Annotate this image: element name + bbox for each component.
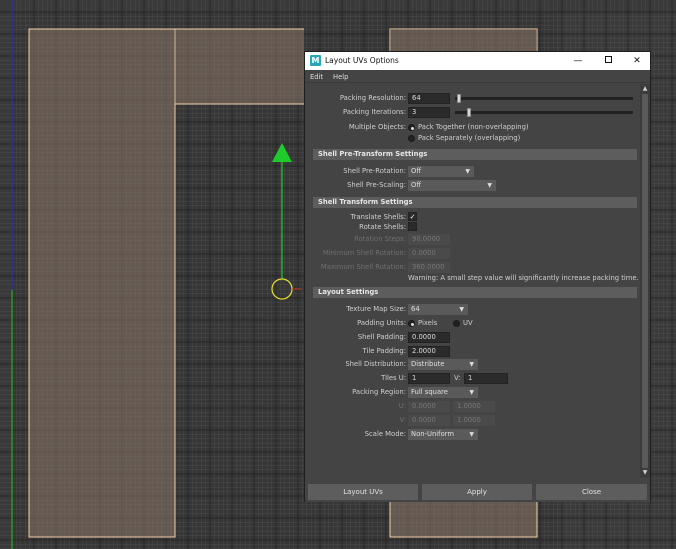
chevron-down-icon: ▼ [469, 431, 474, 438]
pack-separately-label: Pack Separately (overlapping) [418, 134, 521, 142]
min-shell-rotation-label: Minimum Shell Rotation: [322, 249, 406, 257]
uv-shell-right-part[interactable] [390, 502, 537, 537]
rotation-steps-label: Rotation Steps: [354, 235, 406, 243]
padding-units-label: Padding Units: [357, 319, 406, 327]
scroll-up-icon[interactable]: ▲ [640, 84, 650, 94]
chevron-down-icon: ▼ [465, 168, 470, 175]
shell-distribution-dropdown[interactable]: Distribute ▼ [408, 359, 478, 370]
dialog-title: Layout UVs Options [325, 56, 399, 65]
region-u-max-field: 1.0000 [453, 401, 495, 412]
uv-shell-right-top-part[interactable] [390, 29, 537, 51]
scale-mode-dropdown[interactable]: Non-Uniform ▼ [408, 429, 478, 440]
scale-mode-label: Scale Mode: [364, 430, 406, 438]
packing-iterations-slider[interactable] [455, 111, 633, 114]
texture-map-size-label: Texture Map Size: [346, 305, 406, 313]
packing-resolution-slider-handle[interactable] [456, 94, 461, 103]
minimize-button[interactable]: — [563, 52, 593, 70]
packing-region-dropdown[interactable]: Full square ▼ [408, 387, 478, 398]
section-shell-transform[interactable]: Shell Transform Settings [313, 197, 637, 208]
tiles-v-field[interactable]: 1 [464, 373, 508, 384]
min-shell-rotation-field: 0.0000 [408, 248, 450, 259]
tile-padding-label: Tile Padding: [362, 347, 406, 355]
shell-padding-field[interactable]: 0.0000 [408, 332, 450, 343]
section-shell-pre-transform[interactable]: Shell Pre-Transform Settings [313, 149, 637, 160]
translate-shells-checkbox[interactable]: ✓ [408, 212, 417, 221]
section-layout-settings[interactable]: Layout Settings [313, 287, 637, 298]
options-scrollbar[interactable]: ▲ ▼ [640, 84, 650, 478]
packing-region-label: Packing Region: [352, 388, 406, 396]
menu-edit[interactable]: Edit [310, 73, 323, 81]
packing-resolution-slider[interactable] [455, 97, 633, 100]
packing-resolution-label: Packing Resolution: [339, 94, 406, 102]
uv-shell-vertical-part[interactable] [29, 29, 175, 537]
shell-pre-scaling-dropdown[interactable]: Off ▼ [408, 180, 496, 191]
maximize-button[interactable] [593, 52, 623, 70]
shell-pre-scaling-value: Off [411, 181, 422, 189]
region-u-min-field: 0.0000 [408, 401, 450, 412]
shell-pre-rotation-dropdown[interactable]: Off ▼ [408, 166, 474, 177]
padding-units-pixels-label: Pixels [418, 319, 438, 327]
tiles-u-field[interactable]: 1 [408, 373, 450, 384]
shell-distribution-value: Distribute [411, 360, 445, 368]
options-scroll-area: Packing Resolution: 64 Packing Iteration… [307, 84, 640, 478]
tile-padding-field[interactable]: 2.0000 [408, 346, 450, 357]
uv-shell-horizontal-part[interactable] [175, 29, 304, 104]
shell-distribution-label: Shell Distribution: [345, 360, 406, 368]
tiles-u-label: Tiles U: [381, 374, 406, 382]
region-v-label: V: [399, 416, 406, 424]
shell-padding-label: Shell Padding: [357, 333, 406, 341]
max-shell-rotation-field: 360.0000 [408, 262, 450, 273]
dialog-footer: Layout UVs Apply Close [305, 481, 650, 502]
rotate-shells-checkbox[interactable] [408, 222, 417, 231]
tiles-v-label: V: [454, 374, 461, 382]
scale-mode-value: Non-Uniform [411, 430, 455, 438]
packing-iterations-label: Packing Iterations: [343, 108, 406, 116]
translate-shells-label: Translate Shells: [350, 213, 406, 221]
shell-pre-rotation-label: Shell Pre-Rotation: [343, 167, 406, 175]
close-window-button[interactable]: ✕ [622, 52, 652, 70]
region-u-label: U: [398, 402, 406, 410]
padding-units-uv-label: UV [463, 319, 473, 327]
rotate-shells-label: Rotate Shells: [359, 223, 406, 231]
dialog-menubar: Edit Help [305, 70, 650, 83]
maya-app-icon: M [310, 55, 321, 66]
chevron-down-icon: ▼ [469, 361, 474, 368]
close-button[interactable]: Close [536, 484, 647, 500]
packing-iterations-slider-handle[interactable] [466, 108, 471, 117]
padding-units-pixels-radio[interactable] [408, 320, 415, 327]
apply-button[interactable]: Apply [422, 484, 532, 500]
layout-uvs-button[interactable]: Layout UVs [308, 484, 418, 500]
layout-uvs-options-dialog: M Layout UVs Options — ✕ Edit Help Packi… [304, 51, 651, 502]
multiple-objects-label: Multiple Objects: [348, 123, 406, 131]
scrollbar-thumb[interactable] [642, 94, 648, 468]
dialog-titlebar[interactable]: M Layout UVs Options — ✕ [305, 52, 650, 70]
menu-help[interactable]: Help [333, 73, 349, 81]
pack-together-label: Pack Together (non-overlapping) [418, 123, 529, 131]
pack-separately-radio[interactable] [408, 135, 415, 142]
packing-resolution-field[interactable]: 64 [408, 93, 450, 104]
texture-map-size-value: 64 [411, 305, 420, 313]
chevron-down-icon: ▼ [469, 389, 474, 396]
chevron-down-icon: ▼ [487, 182, 492, 189]
texture-map-size-dropdown[interactable]: 64 ▼ [408, 304, 468, 315]
shell-pre-rotation-value: Off [411, 167, 422, 175]
packing-region-value: Full square [411, 388, 448, 396]
shell-pre-scaling-label: Shell Pre-Scaling: [347, 181, 406, 189]
region-v-max-field: 1.0000 [453, 415, 495, 426]
chevron-down-icon: ▼ [459, 306, 464, 313]
pack-together-radio[interactable] [408, 124, 415, 131]
region-v-min-field: 0.0000 [408, 415, 450, 426]
padding-units-uv-radio[interactable] [453, 320, 460, 327]
packing-time-warning: Warning: A small step value will signifi… [408, 274, 639, 282]
packing-iterations-field[interactable]: 3 [408, 107, 450, 118]
maximize-icon [604, 56, 612, 63]
max-shell-rotation-label: Maximum Shell Rotation: [320, 263, 406, 271]
scroll-down-icon[interactable]: ▼ [640, 468, 650, 478]
rotation-steps-field: 90.0000 [408, 234, 450, 245]
